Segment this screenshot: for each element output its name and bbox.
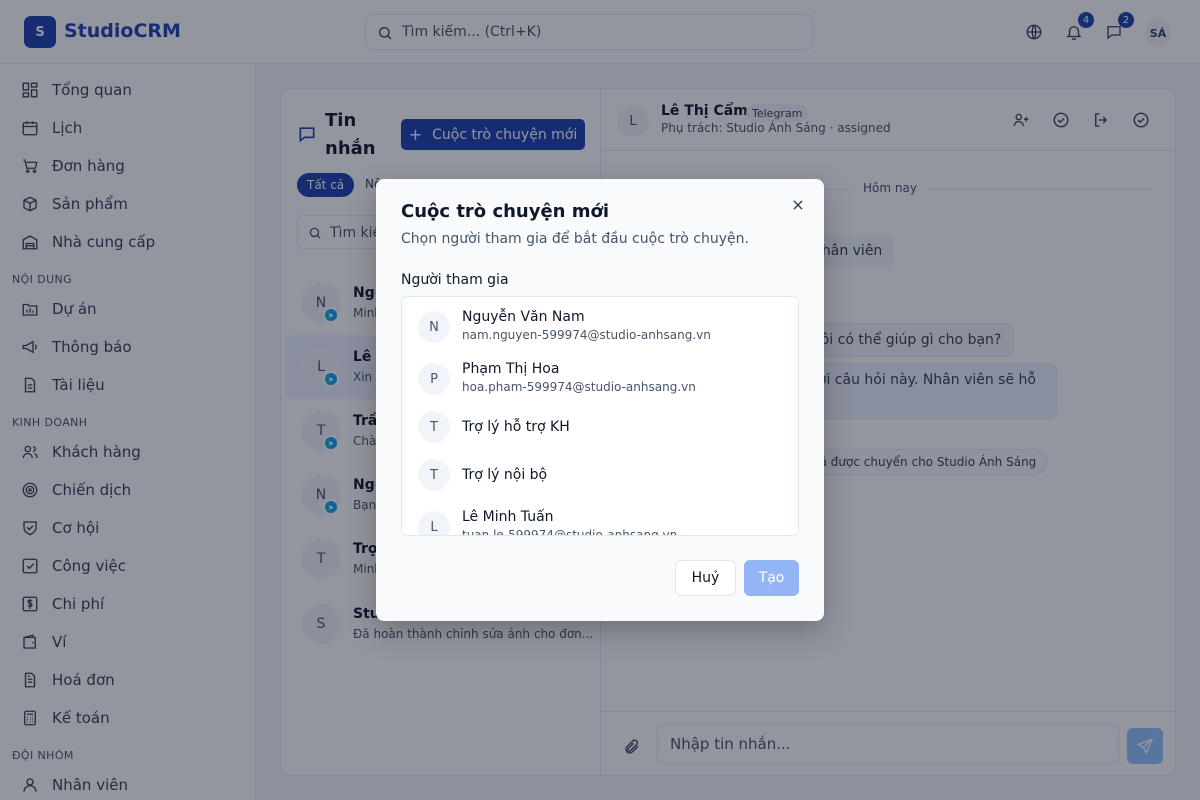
participant-name: Trợ lý hỗ trợ KH [462,419,570,435]
participant-email: tuan.le-599974@studio-anhsang.vn [462,528,678,536]
dialog-description: Chọn người tham gia để bắt đầu cuộc trò … [401,231,749,247]
avatar: L [418,511,450,535]
participant-email: hoa.pham-599974@studio-anhsang.vn [462,380,696,394]
avatar: T [418,459,450,491]
avatar: P [418,363,450,395]
close-button[interactable] [789,196,807,214]
participant-option[interactable]: L Lê Minh Tuấn tuan.le-599974@studio-anh… [402,497,798,536]
avatar: N [418,311,450,343]
participant-option[interactable]: T Trợ lý hỗ trợ KH [402,397,798,449]
close-icon [793,200,803,210]
participant-option[interactable]: T Trợ lý nội bộ [402,445,798,497]
participant-name: Phạm Thị Hoa [462,361,560,377]
avatar: T [418,411,450,443]
new-conversation-dialog: Cuộc trò chuyện mới Chọn người tham gia … [376,179,824,621]
participant-name: Trợ lý nội bộ [462,467,548,483]
create-button[interactable]: Tạo [744,560,799,596]
participant-email: nam.nguyen-599974@studio-anhsang.vn [462,328,711,342]
participant-name: Lê Minh Tuấn [462,509,554,525]
cancel-button[interactable]: Huỷ [675,560,736,596]
participants-label: Người tham gia [401,272,509,288]
participant-option[interactable]: P Phạm Thị Hoa hoa.pham-599974@studio-an… [402,349,798,401]
participant-name: Nguyễn Văn Nam [462,309,585,325]
participant-option[interactable]: N Nguyễn Văn Nam nam.nguyen-599974@studi… [402,297,798,349]
dialog-title: Cuộc trò chuyện mới [401,201,610,222]
participant-list[interactable]: N Nguyễn Văn Nam nam.nguyen-599974@studi… [401,296,799,536]
